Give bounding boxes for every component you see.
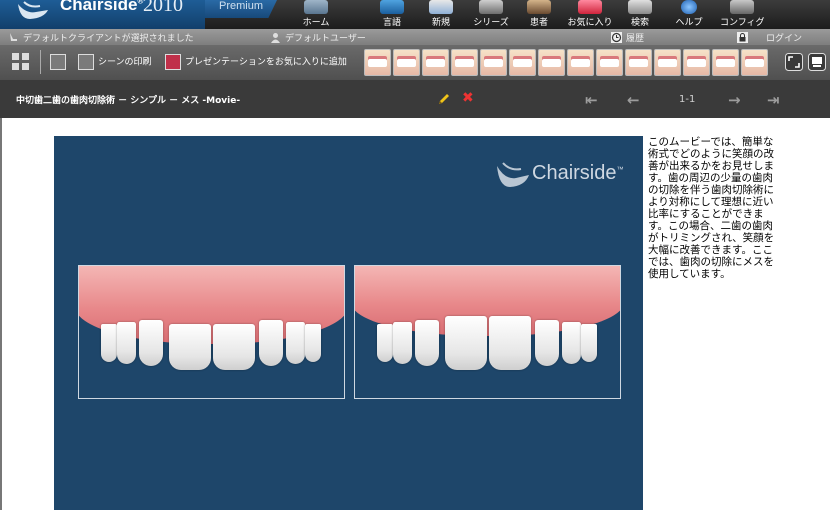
tooth [445,316,487,370]
add-favorite-button[interactable]: プレゼンテーションをお気に入りに追加 [165,54,347,70]
patient-icon [527,0,551,14]
scene-thumbnail[interactable] [567,49,594,76]
tooth [581,324,597,362]
app-logo: Chairside® 2010 [0,0,205,29]
client-status: デフォルトクライアントが選択されました [8,31,194,44]
search-icon [628,0,652,14]
fullscreen-icon [785,53,803,71]
scene-thumbnail[interactable] [451,49,478,76]
before-smile-frame [78,265,345,399]
nav-config[interactable]: コンフィグ [720,0,765,29]
user-icon [271,33,280,43]
info-icon [50,54,66,70]
tooth [415,320,439,366]
status-bar: デフォルトクライアントが選択されました デフォルトユーザー 履歴 ログイン [0,29,830,45]
clock-icon [611,32,622,43]
home-chair-icon [304,0,328,14]
top-bar: Chairside® 2010 Premium ホーム 言語 新規 シリーズ 患… [0,0,830,29]
tooth [535,320,559,366]
scene-thumbnail[interactable] [364,49,391,76]
login-button[interactable]: ログイン [737,31,802,44]
app-year: 2010 [143,0,183,16]
edit-pencil-icon[interactable] [437,92,451,106]
scene-thumbnail[interactable] [509,49,536,76]
nav-home[interactable]: ホーム [296,0,336,29]
previous-page-icon[interactable]: ← [627,91,640,109]
heart-icon [165,54,181,70]
scene-thumbnail[interactable] [538,49,565,76]
nav-patient[interactable]: 患者 [522,0,556,29]
scene-thumbnail[interactable] [712,49,739,76]
present-icon [808,53,826,71]
scene-thumbnail-strip [364,49,768,77]
history-button[interactable]: 履歴 [611,31,644,44]
scene-thumbnail[interactable] [480,49,507,76]
movie-player[interactable]: Chairside™ [54,136,643,510]
tooth [377,324,393,362]
nav-new[interactable]: 新規 [423,0,459,29]
scene-thumbnail[interactable] [683,49,710,76]
tooth [305,324,321,362]
fullscreen-button[interactable] [785,53,803,74]
tooth [562,322,581,364]
toolbar-divider [40,50,41,74]
movie-watermark: Chairside™ [494,162,623,187]
chair-icon [10,33,17,41]
scene-thumbnail[interactable] [654,49,681,76]
scene-thumbnail[interactable] [596,49,623,76]
tooth [213,324,255,370]
tooth [139,320,163,366]
tooth [101,324,117,362]
nav-favorites[interactable]: お気に入り [565,0,615,29]
nav-series[interactable]: シリーズ [471,0,511,29]
present-mode-button[interactable] [808,53,826,74]
grid-icon [12,53,29,70]
scene-thumbnail[interactable] [393,49,420,76]
scene-thumbnail[interactable] [422,49,449,76]
lock-icon [737,32,748,43]
info-button[interactable] [50,54,70,70]
config-icon [730,0,754,14]
grid-view-button[interactable] [11,52,31,75]
movie-description: このムービーでは、簡単な術式でどのように笑顔の改善が出来るかをお見せします。歯の… [648,136,775,280]
app-name: Chairside® [60,0,144,14]
content-area: Chairside™ このムービーでは、簡単な術式でどのように笑顔の改善が出来る… [0,118,830,510]
edition-badge: Premium [205,0,277,18]
scene-thumbnail[interactable] [625,49,652,76]
nav-help[interactable]: ヘルプ [672,0,706,29]
tooth [489,316,531,370]
delete-icon[interactable]: ✖ [462,90,474,106]
series-film-icon [479,0,503,14]
printer-icon [78,54,94,70]
tool-bar: シーンの印刷 プレゼンテーションをお気に入りに追加 [0,45,830,80]
dental-chair-logo-icon [18,1,48,19]
scene-thumbnail[interactable] [741,49,768,76]
favorites-heart-icon [578,0,602,14]
tooth [117,322,136,364]
print-scene-button[interactable]: シーンの印刷 [78,54,152,70]
tooth [169,324,211,370]
after-smile-frame [354,265,621,399]
tooth [259,320,283,366]
page-title: 中切歯二歯の歯肉切除術 － シンプル － メス -Movie- [16,96,241,106]
language-flag-icon [380,0,404,14]
presentation-title-bar: 中切歯二歯の歯肉切除術 － シンプル － メス -Movie- ✖ ⇤ ← 1-… [0,80,830,118]
help-icon [681,0,697,14]
tooth [393,322,412,364]
first-page-icon[interactable]: ⇤ [585,91,598,109]
new-presentation-icon [429,0,453,14]
tooth [286,322,305,364]
nav-search[interactable]: 検索 [623,0,657,29]
last-page-icon[interactable]: ⇥ [767,91,780,109]
next-page-icon[interactable]: → [728,91,741,109]
nav-language[interactable]: 言語 [374,0,410,29]
page-counter: 1-1 [679,94,696,105]
user-status[interactable]: デフォルトユーザー [270,31,366,44]
dental-chair-logo-icon [497,162,529,187]
